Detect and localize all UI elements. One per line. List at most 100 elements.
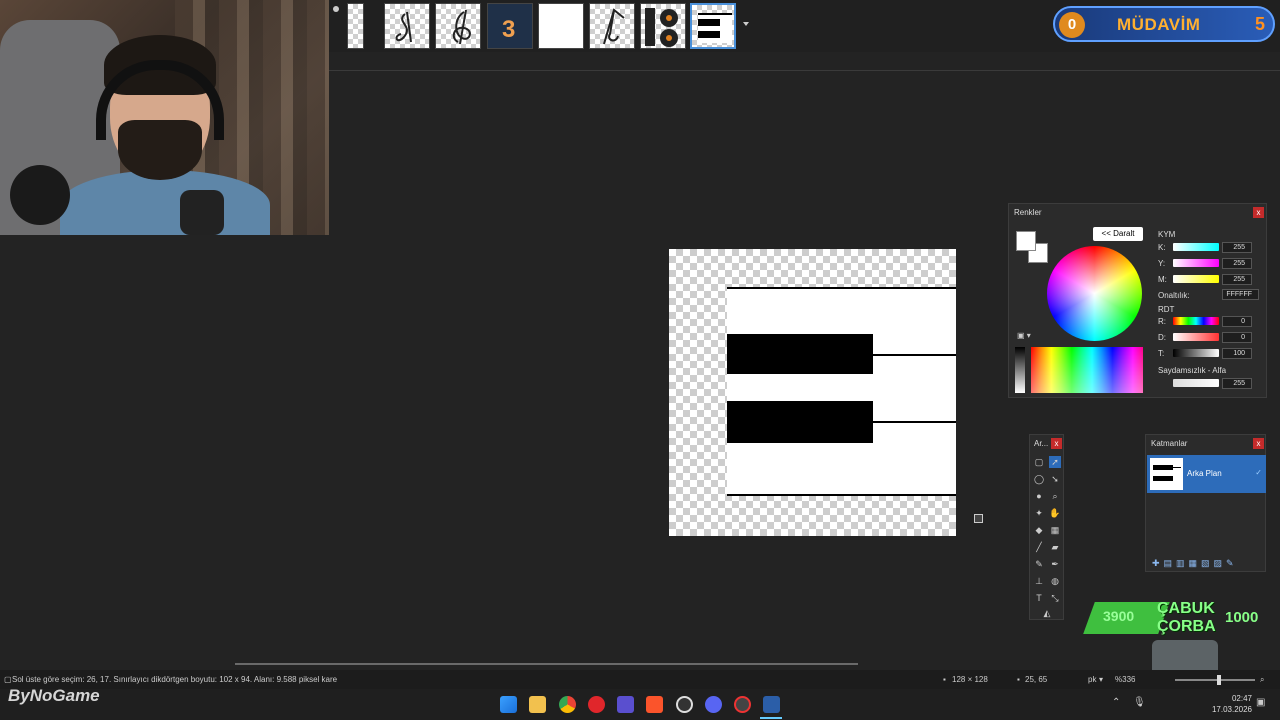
file-explorer-icon[interactable] (529, 696, 546, 713)
color-wheel[interactable] (1047, 246, 1142, 341)
m-slider[interactable] (1173, 275, 1219, 283)
layers-close-icon[interactable]: x (1253, 438, 1264, 449)
paint-net-icon[interactable] (763, 696, 780, 713)
line-curve-icon[interactable]: ⤡ (1049, 592, 1061, 604)
colors-panel: Renkler x << Daralt ▣ ▾ KYM K: 255 Y: 25… (1008, 203, 1267, 398)
rank-level: 0 (1059, 12, 1085, 38)
tab-2[interactable] (435, 3, 481, 49)
primary-color-swatch[interactable] (1016, 231, 1036, 251)
r-input[interactable]: 0 (1222, 316, 1252, 327)
eraser-icon[interactable]: ▰ (1049, 541, 1061, 553)
rank-count: 5 (1254, 14, 1265, 34)
alpha-input[interactable]: 255 (1222, 378, 1252, 389)
y-input[interactable]: 255 (1222, 258, 1252, 269)
brave-icon[interactable] (646, 696, 663, 713)
ellipse-select-icon[interactable]: ● (1033, 490, 1045, 502)
colors-panel-title: Renkler (1014, 208, 1042, 217)
collapse-button[interactable]: << Daralt (1093, 227, 1143, 241)
tab-partial[interactable] (347, 3, 364, 49)
tab-3[interactable]: 3 (487, 3, 533, 49)
zoom-icon[interactable]: ⌕ (1049, 490, 1061, 502)
music-note-icon (395, 11, 412, 43)
stream-reward-chip: 3900 ÇABUK ÇORBA 1000 (1083, 598, 1274, 638)
pan-hand-icon[interactable]: ✋ (1049, 507, 1061, 519)
horizontal-scrollbar[interactable] (235, 663, 858, 665)
d-input[interactable]: 0 (1222, 332, 1252, 343)
tab-close-dot[interactable] (333, 6, 339, 12)
chrome-icon[interactable] (559, 696, 576, 713)
webcam-overlay (0, 0, 329, 235)
d-label: D: (1158, 333, 1166, 342)
channel-watermark: ByNoGame (8, 686, 100, 705)
tab-7-active[interactable] (690, 3, 736, 49)
move-selection-icon[interactable]: ➚ (1049, 456, 1061, 468)
hsv-header: RDT (1158, 305, 1175, 314)
tab-6[interactable] (640, 3, 686, 49)
y-slider[interactable] (1173, 259, 1219, 267)
k-input[interactable]: 255 (1222, 242, 1252, 253)
reward-count: 1000 (1225, 609, 1259, 626)
clone-stamp-icon[interactable]: ⊥ (1033, 575, 1045, 587)
notification-icon[interactable]: ▣ (1256, 697, 1265, 708)
zoom-slider[interactable] (1175, 675, 1255, 685)
shapes-icon[interactable]: ◭ (1041, 607, 1053, 619)
y-label: Y: (1158, 259, 1166, 268)
hue-slider[interactable] (1173, 317, 1219, 325)
canvas-resize-handle[interactable] (974, 514, 983, 523)
text-tool-icon[interactable]: T (1033, 592, 1045, 604)
zoom-slider-thumb[interactable] (1217, 675, 1221, 685)
layer-visibility-check-icon[interactable]: ✓ (1255, 468, 1262, 477)
unit-dropdown-icon[interactable]: ▾ (1099, 675, 1103, 684)
opera-icon[interactable] (588, 696, 605, 713)
alpha-slider[interactable] (1173, 379, 1219, 387)
rank-title: MÜDAVİM (1117, 15, 1201, 34)
start-menu-icon[interactable] (500, 696, 517, 713)
colors-close-icon[interactable]: x (1253, 207, 1264, 218)
t-input[interactable]: 100 (1222, 348, 1252, 359)
layers-panel: Katmanlar x Arka Plan ✓ ✚▤▥▦▧▨✎ (1145, 434, 1266, 572)
recolor-icon[interactable]: ◍ (1049, 575, 1061, 587)
tab-5[interactable] (589, 3, 635, 49)
zoom-value[interactable]: %336 (1115, 675, 1135, 684)
microphone-icon[interactable]: 🎙 (1133, 697, 1146, 708)
chatgpt-icon[interactable] (676, 696, 693, 713)
rectangle-select-icon[interactable]: ▢ (1033, 456, 1045, 468)
layer-actions-icons[interactable]: ✚▤▥▦▧▨✎ (1152, 558, 1238, 569)
tray-chevron-icon[interactable]: ⌃ (1112, 697, 1120, 708)
treble-clef-icon (452, 9, 471, 45)
move-selected-icon[interactable]: ➘ (1049, 473, 1061, 485)
paint-bucket-icon[interactable]: ◆ (1033, 524, 1045, 536)
tab-1[interactable] (384, 3, 430, 49)
layer-row-background[interactable]: Arka Plan ✓ (1147, 455, 1266, 493)
obs-icon[interactable] (734, 696, 751, 713)
color-palette[interactable] (1031, 347, 1143, 393)
gradient-icon[interactable]: ▦ (1049, 524, 1061, 536)
palette-menu-icon[interactable]: ▣ ▾ (1017, 331, 1031, 340)
discord-icon[interactable] (705, 696, 722, 713)
system-clock[interactable]: 02:47 17.03.2026 (1206, 693, 1252, 715)
k-label: K: (1158, 243, 1166, 252)
tabs-dropdown-icon[interactable] (742, 20, 750, 28)
alpha-label: Saydamsızlık - Alfa (1158, 366, 1227, 375)
grayscale-palette[interactable] (1015, 347, 1025, 393)
hex-input[interactable]: FFFFFF (1222, 289, 1259, 300)
tools-close-icon[interactable]: x (1051, 438, 1062, 449)
unit-select[interactable]: pk (1088, 675, 1096, 684)
k-slider[interactable] (1173, 243, 1219, 251)
color-picker-icon[interactable]: ✒ (1049, 558, 1061, 570)
lasso-select-icon[interactable]: ◯ (1033, 473, 1045, 485)
pencil-icon[interactable]: ✎ (1033, 558, 1045, 570)
magic-wand-icon[interactable]: ✦ (1033, 507, 1045, 519)
image-canvas[interactable] (669, 249, 956, 536)
white-key-area (727, 287, 956, 496)
app-f-icon[interactable] (617, 696, 634, 713)
zoom-in-icon[interactable]: ⌕ (1260, 675, 1264, 685)
value-slider[interactable] (1173, 349, 1219, 357)
tab-4[interactable] (538, 3, 584, 49)
m-input[interactable]: 255 (1222, 274, 1252, 285)
reward-value: 3900 (1103, 608, 1135, 624)
t-label: T: (1158, 349, 1165, 358)
clock-date: 17.03.2026 (1211, 705, 1252, 714)
saturation-slider[interactable] (1173, 333, 1219, 341)
paintbrush-icon[interactable]: ╱ (1033, 541, 1045, 553)
